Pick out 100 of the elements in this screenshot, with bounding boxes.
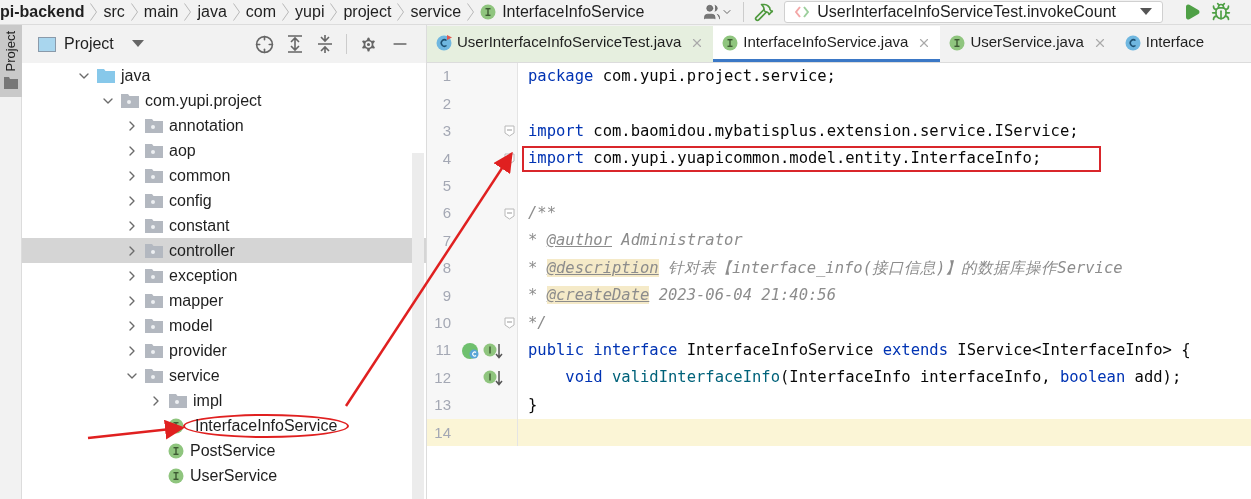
code-line: void validInterfaceInfo(InterfaceInfo interfaceInfo, boolean add);	[564, 367, 1182, 389]
code-line: */	[527, 312, 547, 334]
editor-tab[interactable]: UserInterfaceInfoServiceTest.java	[427, 26, 714, 62]
window-icon	[38, 36, 56, 52]
class-icon	[1124, 34, 1141, 51]
code-line: public interface InterfaceInfoService extends IService<InterfaceInfo> {	[527, 339, 1191, 361]
tree-item-label: java	[120, 65, 152, 86]
package-folder-icon	[145, 168, 163, 183]
line-number: 10	[433, 312, 451, 333]
tab-label: Interface	[1145, 32, 1205, 53]
code-line: }	[527, 394, 538, 416]
package-folder-icon	[145, 218, 163, 233]
tree-item[interactable]: java	[22, 63, 426, 88]
line-number: 3	[441, 121, 451, 142]
tree-item-label: service	[168, 365, 221, 386]
expand-all-icon[interactable]	[286, 35, 304, 53]
panel-title[interactable]: Project	[64, 32, 114, 56]
tree-item[interactable]: impl	[22, 388, 426, 413]
line-number: 8	[441, 258, 451, 279]
code-line: package com.yupi.project.service;	[527, 66, 836, 88]
line-number: 7	[441, 230, 451, 251]
tab-label: UserService.java	[970, 32, 1084, 53]
package-folder-icon	[145, 268, 163, 283]
breadcrumb-item[interactable]: InterfaceInfoService	[502, 0, 645, 24]
tree-item-label: aop	[168, 140, 197, 161]
code-line: * @description 针对表【interface_info(接口信息)】的数据库操作Service	[527, 257, 1123, 279]
breadcrumb-item[interactable]: java	[197, 0, 227, 24]
implemented-arrow-icon[interactable]	[483, 369, 503, 387]
breadcrumb-item[interactable]: project	[343, 0, 392, 24]
tab-label: InterfaceInfoService.java	[743, 32, 909, 53]
breadcrumb-separator-icon	[330, 3, 338, 21]
user-menu-icon[interactable]	[703, 3, 734, 21]
run-configuration-value: UserInterfaceInfoServiceTest.invokeCount	[817, 2, 1116, 22]
package-folder-icon	[169, 393, 187, 408]
debug-icon[interactable]	[1211, 2, 1231, 22]
breadcrumb-item[interactable]: src	[103, 0, 125, 24]
package-folder-icon	[145, 193, 163, 208]
tree-item[interactable]: UserService	[22, 463, 426, 488]
caret-icon[interactable]	[131, 40, 144, 48]
breadcrumb-item[interactable]: service	[410, 0, 462, 24]
breadcrumb-separator-icon	[90, 3, 98, 21]
tree-item[interactable]: constant	[22, 213, 426, 238]
code-line: * @author Administrator	[527, 230, 743, 252]
fold-marker-icon[interactable]	[504, 207, 515, 220]
run-icon[interactable]	[1183, 3, 1201, 21]
tree-item[interactable]: mapper	[22, 288, 426, 313]
implemented-arrow-icon[interactable]	[483, 341, 503, 360]
tree-item[interactable]: PostService	[22, 438, 426, 463]
tree-item-label: UserService	[189, 465, 279, 486]
package-folder-icon	[145, 293, 163, 308]
interface-icon	[480, 4, 497, 20]
tree-item-label: InterfaceInfoService	[183, 413, 350, 438]
tree-item-label: config	[168, 190, 213, 211]
tree-item[interactable]: provider	[22, 338, 426, 363]
interface-icon	[949, 34, 966, 51]
run-configuration-dropdown[interactable]: UserInterfaceInfoServiceTest.invokeCount	[784, 1, 1163, 23]
tree-item-label: provider	[168, 340, 228, 361]
tab-label: UserInterfaceInfoServiceTest.java	[457, 32, 682, 53]
line-number: 1	[441, 66, 451, 87]
class-icon	[436, 34, 452, 51]
breadcrumb-separator-icon	[130, 3, 138, 21]
editor-tab[interactable]: InterfaceInfoService.java	[713, 26, 941, 62]
breadcrumb-item[interactable]: pi-backend	[0, 0, 85, 24]
package-folder-icon	[145, 243, 163, 258]
editor-tab[interactable]: UserService.java	[940, 26, 1116, 62]
tree-item[interactable]: annotation	[22, 113, 426, 138]
tree-item-label: com.yupi.project	[144, 90, 263, 111]
folder-icon	[97, 68, 115, 83]
collapse-all-icon[interactable]	[316, 35, 334, 53]
tree-item[interactable]: controller	[22, 238, 426, 263]
scrollbar[interactable]	[412, 153, 424, 499]
breadcrumb-item[interactable]: main	[143, 0, 179, 24]
settings-icon[interactable]	[359, 34, 378, 54]
editor-tab[interactable]: Interface	[1115, 26, 1214, 62]
interface-icon	[168, 467, 184, 484]
fold-marker-icon[interactable]	[504, 317, 515, 330]
breadcrumb-separator-icon	[282, 3, 290, 21]
tree-item-label: annotation	[168, 115, 245, 136]
package-folder-icon	[145, 143, 163, 158]
breadcrumb-item[interactable]: yupi	[295, 0, 325, 24]
tree-item[interactable]: exception	[22, 263, 426, 288]
breadcrumb-separator-icon	[397, 3, 405, 21]
breadcrumb-item[interactable]: com	[245, 0, 277, 24]
tree-item[interactable]: service	[22, 363, 426, 388]
tree-item[interactable]: com.yupi.project	[22, 88, 426, 113]
breadcrumb-separator-icon	[232, 3, 240, 21]
line-number: 2	[441, 93, 451, 114]
locate-icon[interactable]	[255, 34, 274, 54]
fold-marker-icon[interactable]	[504, 125, 515, 138]
tree-item[interactable]: aop	[22, 138, 426, 163]
code-line: import com.baomidou.mybatisplus.extension.service.IService;	[527, 120, 1079, 142]
tree-item-label: common	[168, 165, 232, 186]
tree-item-label: controller	[168, 240, 236, 261]
package-folder-icon	[145, 318, 163, 333]
breadcrumb-separator-icon	[184, 3, 192, 21]
tree-item[interactable]: common	[22, 163, 426, 188]
tree-item[interactable]: config	[22, 188, 426, 213]
tree-item[interactable]: model	[22, 313, 426, 338]
hammer-icon[interactable]	[754, 2, 775, 22]
line-number: 12	[433, 367, 451, 388]
